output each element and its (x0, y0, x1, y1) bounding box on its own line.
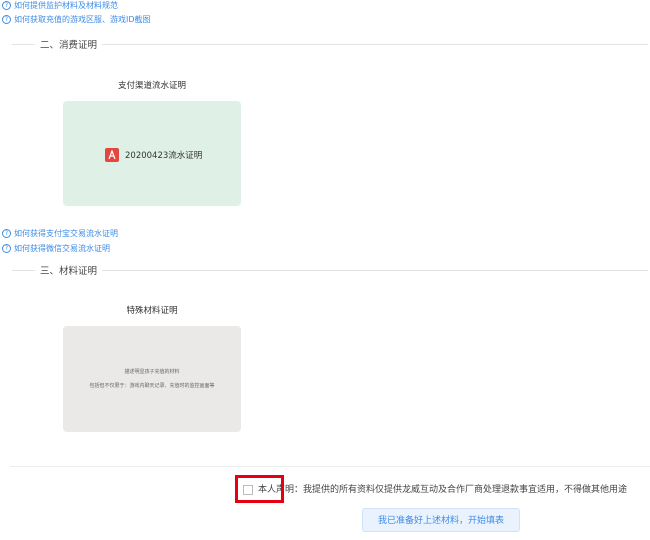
help-link-label: 如何获取充值的游戏区服、游戏ID截图 (14, 15, 151, 24)
pdf-icon (105, 148, 119, 162)
section-title: 三、材料证明 (40, 266, 98, 277)
help-link-label: 如何获得支付宝交易流水证明 (14, 229, 118, 238)
card-title-special-material: 特殊材料证明 (126, 306, 178, 316)
agreement-text: 本人声明：我提供的所有资料仅提供龙威互动及合作厂商处理退款事宜适用，不得做其他用… (258, 485, 628, 495)
highlight-box (235, 475, 284, 503)
card-title-payment-flow: 支付渠道流水证明 (117, 81, 186, 91)
divider (102, 43, 648, 45)
question-circle-icon: ? (2, 15, 11, 24)
sample-text-line: 包括但不仅限于：游戏内聊天记录、充值时的监控画面等 (89, 383, 215, 389)
question-circle-icon: ? (2, 229, 11, 238)
help-link-alipay-flow[interactable]: ? 如何获得支付宝交易流水证明 (2, 228, 118, 239)
section-header-consumption: 二、消费证明 (12, 38, 648, 51)
question-circle-icon: ? (2, 1, 11, 10)
section-title: 二、消费证明 (40, 40, 98, 51)
question-circle-icon: ? (2, 244, 11, 253)
pdf-file-name: 20200423流水证明 (125, 151, 203, 161)
divider (12, 269, 35, 271)
payment-flow-sample-card[interactable]: 20200423流水证明 (63, 101, 241, 206)
help-link-guardian-materials[interactable]: ? 如何提供监护材料及材料规范 (2, 0, 118, 11)
help-link-game-screenshot[interactable]: ? 如何获取充值的游戏区服、游戏ID截图 (2, 14, 151, 25)
footer-divider (10, 466, 650, 467)
divider (102, 269, 648, 271)
divider (12, 43, 35, 45)
start-filling-button[interactable]: 我已准备好上述材料，开始填表 (362, 508, 520, 532)
sample-text-line: 描述明显孩子充值的材料 (124, 369, 180, 375)
help-link-label: 如何提供监护材料及材料规范 (14, 1, 118, 10)
pdf-file[interactable]: 20200423流水证明 (105, 148, 202, 162)
help-link-label: 如何获得微信交易流水证明 (14, 244, 110, 253)
help-link-wechat-flow[interactable]: ? 如何获得微信交易流水证明 (2, 243, 110, 254)
special-material-sample-card[interactable]: 描述明显孩子充值的材料 包括但不仅限于：游戏内聊天记录、充值时的监控画面等 (63, 326, 241, 432)
section-header-material: 三、材料证明 (12, 264, 648, 277)
